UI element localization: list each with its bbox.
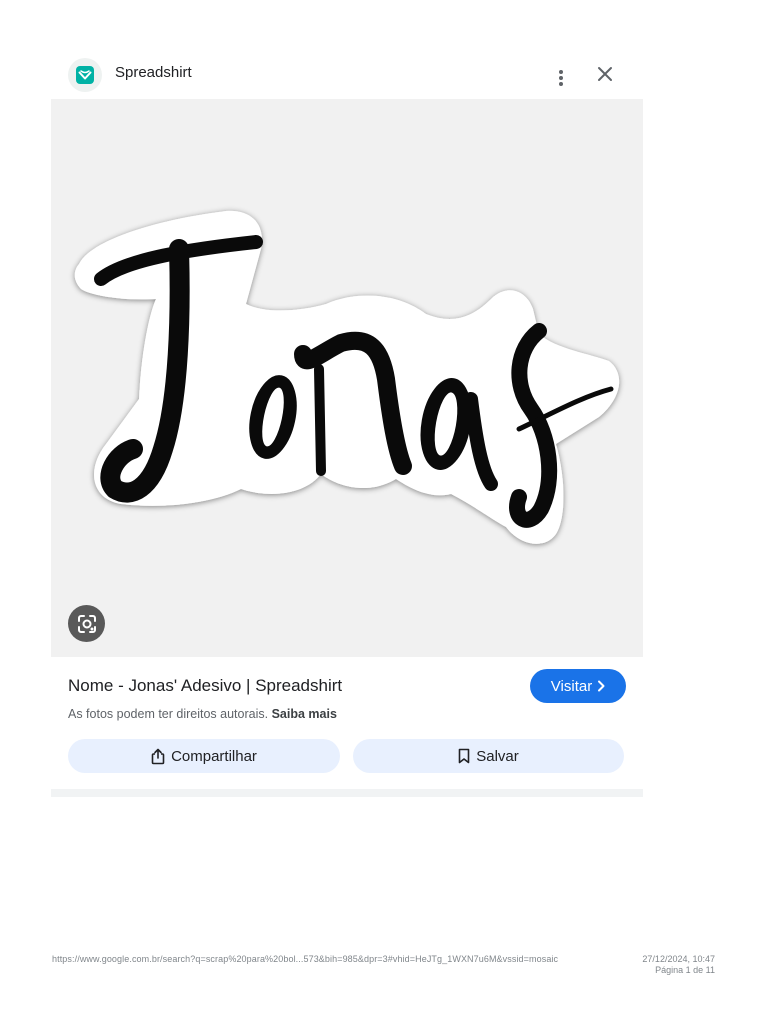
visit-button[interactable]: Visitar (530, 669, 626, 703)
spreadshirt-heart-icon[interactable] (68, 58, 102, 92)
footer-datetime: 27/12/2024, 10:47 (642, 954, 715, 964)
chevron-right-icon (598, 680, 605, 692)
result-title[interactable]: Nome - Jonas' Adesivo | Spreadshirt (68, 676, 342, 696)
google-lens-icon (77, 614, 96, 633)
copyright-text: As fotos podem ter direitos autorais. (68, 707, 269, 721)
close-icon (598, 67, 612, 81)
section-divider (51, 789, 643, 797)
share-button[interactable]: Compartilhar (68, 739, 340, 773)
image-preview[interactable] (51, 99, 643, 657)
source-header: Spreadshirt (51, 56, 643, 96)
more-vert-icon (559, 70, 563, 86)
share-icon (151, 748, 165, 764)
footer-url: https://www.google.com.br/search?q=scrap… (52, 954, 559, 964)
share-button-label: Compartilhar (171, 747, 257, 765)
learn-more-link[interactable]: Saiba mais (272, 707, 337, 721)
visit-button-label: Visitar (550, 677, 593, 695)
copyright-notice: As fotos podem ter direitos autorais. Sa… (68, 707, 337, 721)
footer-meta: 27/12/2024, 10:47 Página 1 de 11 (642, 954, 715, 976)
bookmark-icon (458, 748, 470, 764)
close-button[interactable] (589, 58, 621, 90)
jonas-sticker-image (74, 210, 620, 544)
save-button-label: Salvar (476, 747, 519, 765)
google-lens-button[interactable] (68, 605, 105, 642)
save-button[interactable]: Salvar (353, 739, 624, 773)
source-site-name[interactable]: Spreadshirt (115, 64, 192, 81)
more-options-button[interactable] (545, 62, 577, 94)
footer-page-number: Página 1 de 11 (655, 965, 715, 975)
